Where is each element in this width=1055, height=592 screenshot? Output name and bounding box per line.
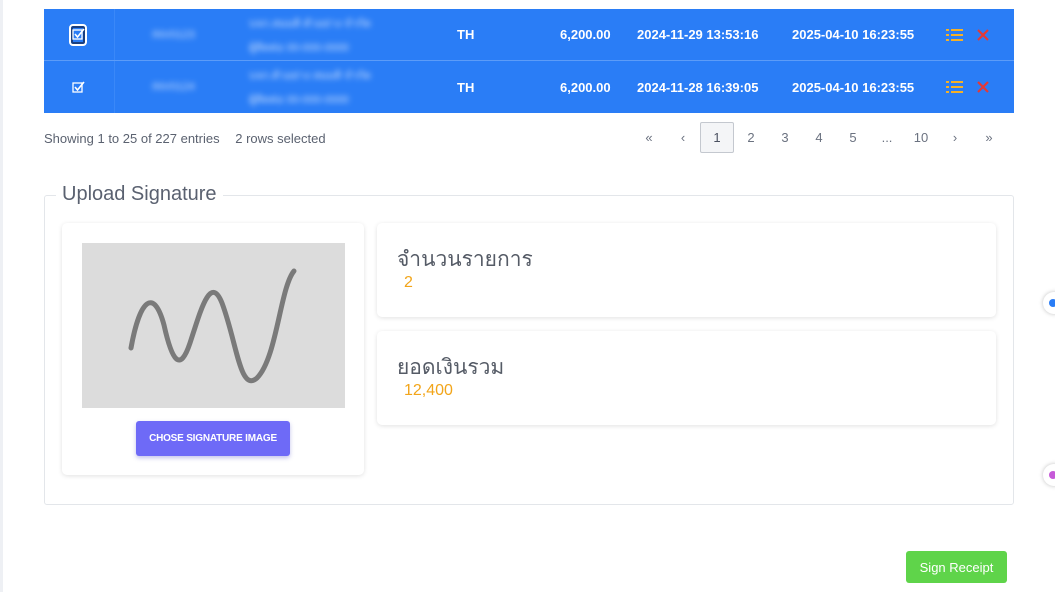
table-row[interactable]: INV0124 บจก.ตัวอย่าง สมมติ จำกัด ผู้ติดต… bbox=[44, 61, 1014, 113]
entries-count: Showing 1 to 25 of 227 entries bbox=[44, 131, 220, 146]
row-language: TH bbox=[457, 27, 475, 42]
page-button-1[interactable]: 1 bbox=[700, 122, 734, 153]
total-value: 12,400 bbox=[404, 382, 453, 399]
sign-receipt-button[interactable]: Sign Receipt bbox=[906, 551, 1007, 583]
row-amount: 6,200.00 bbox=[560, 27, 611, 42]
row-created-date: 2024-11-28 16:39:05 bbox=[637, 79, 759, 95]
row-checkbox[interactable] bbox=[69, 23, 87, 46]
row-customer: บจก.ตัวอย่าง สมมติ จำกัด ผู้ติดต่อ 00-00… bbox=[249, 61, 371, 113]
checkbox-checked-icon bbox=[71, 28, 85, 40]
row-checkbox-cell[interactable] bbox=[68, 61, 88, 113]
row-checkbox-cell[interactable] bbox=[68, 9, 88, 60]
count-label: จำนวนรายการ bbox=[397, 247, 533, 271]
column-divider bbox=[114, 9, 115, 60]
table-info: Showing 1 to 25 of 227 entries 2 rows se… bbox=[44, 131, 326, 146]
page-button-2[interactable]: 2 bbox=[734, 122, 768, 153]
row-checkbox[interactable] bbox=[70, 79, 86, 95]
close-icon[interactable] bbox=[977, 81, 989, 93]
floating-widget-icon[interactable] bbox=[1043, 292, 1055, 314]
row-actions bbox=[946, 61, 989, 113]
page-button-4[interactable]: 4 bbox=[802, 122, 836, 153]
selected-count: 2 rows selected bbox=[235, 131, 326, 146]
row-id: INV0123 bbox=[152, 28, 195, 41]
table-row[interactable]: INV0123 บจก.สมมติ ตัวอย่าง จำกัด ผู้ติดต… bbox=[44, 9, 1014, 61]
floating-widget-icon[interactable] bbox=[1043, 464, 1055, 486]
upload-signature-section: Upload Signature CHOSE SIGNATURE IMAGE จ… bbox=[44, 183, 1014, 505]
page-first-button[interactable]: « bbox=[632, 122, 666, 153]
total-label: ยอดเงินรวม bbox=[397, 355, 505, 379]
page-button-3[interactable]: 3 bbox=[768, 122, 802, 153]
row-customer-name: บจก.สมมติ ตัวอย่าง จำกัด bbox=[249, 17, 371, 30]
widget-dot bbox=[1049, 299, 1055, 307]
column-divider bbox=[114, 61, 115, 113]
row-updated-date: 2025-04-10 16:23:55 bbox=[792, 79, 915, 95]
count-card: จำนวนรายการ 2 bbox=[377, 223, 996, 317]
row-customer-name: บจก.ตัวอย่าง สมมติ จำกัด bbox=[249, 70, 371, 82]
row-language: TH bbox=[457, 79, 475, 95]
pagination: « ‹ 1 2 3 4 5 ... 10 › » bbox=[632, 122, 1006, 153]
row-created-date: 2024-11-29 13:53:16 bbox=[637, 27, 759, 42]
page-button-10[interactable]: 10 bbox=[904, 122, 938, 153]
page-prev-button[interactable]: ‹ bbox=[666, 122, 700, 153]
widget-dot bbox=[1049, 471, 1055, 479]
row-amount: 6,200.00 bbox=[560, 79, 611, 95]
total-card: ยอดเงินรวม 12,400 bbox=[377, 331, 996, 425]
row-id: INV0124 bbox=[152, 81, 195, 93]
row-actions bbox=[946, 9, 989, 60]
signature-card: CHOSE SIGNATURE IMAGE bbox=[62, 223, 364, 475]
count-value: 2 bbox=[404, 274, 413, 291]
receipts-table: INV0123 บจก.สมมติ ตัวอย่าง จำกัด ผู้ติดต… bbox=[44, 9, 1014, 113]
checkbox-checked-icon bbox=[71, 80, 85, 93]
section-title: Upload Signature bbox=[56, 183, 223, 206]
page-next-button[interactable]: › bbox=[938, 122, 972, 153]
page-left-edge bbox=[0, 0, 3, 592]
page-button-5[interactable]: 5 bbox=[836, 122, 870, 153]
row-updated-date: 2025-04-10 16:23:55 bbox=[792, 27, 915, 42]
page-ellipsis: ... bbox=[881, 130, 893, 145]
row-customer-contact: ผู้ติดต่อ 00-000-0000 bbox=[249, 41, 349, 54]
list-icon[interactable] bbox=[946, 28, 963, 42]
choose-signature-button[interactable]: CHOSE SIGNATURE IMAGE bbox=[136, 421, 290, 456]
signature-drawing bbox=[128, 268, 297, 384]
row-customer-contact: ผู้ติดต่อ 00-000-0000 bbox=[249, 94, 349, 106]
close-icon[interactable] bbox=[977, 28, 989, 41]
signature-preview bbox=[82, 243, 345, 408]
page-last-button[interactable]: » bbox=[972, 122, 1006, 153]
row-customer: บจก.สมมติ ตัวอย่าง จำกัด ผู้ติดต่อ 00-00… bbox=[249, 9, 371, 60]
list-icon[interactable] bbox=[946, 80, 963, 94]
